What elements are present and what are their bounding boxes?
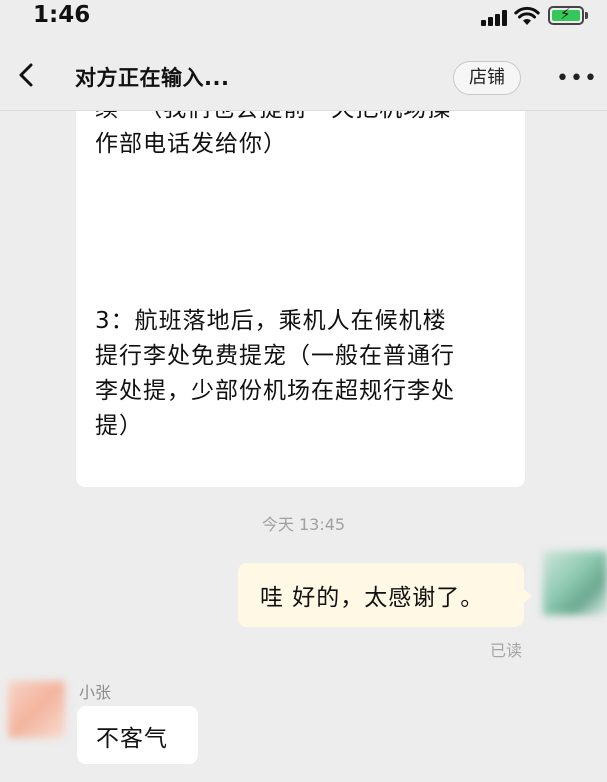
avatar-self[interactable] — [543, 551, 607, 615]
status-time: 1:46 — [33, 2, 91, 28]
sent-bubble-tail — [524, 589, 532, 603]
chat-header: 对方正在输入... 店铺 ••• — [0, 40, 607, 111]
reply-message-text: 不客气 — [96, 726, 168, 752]
received-message-bubble: 续~（我们也会提前一天把机场操 作部电话发给你） 3：航班落地后，乘机人在候机楼… — [76, 111, 525, 487]
status-bar: 1:46 ⚡ — [0, 0, 607, 40]
read-status: 已读 — [490, 641, 523, 660]
message-text-top: 续~（我们也会提前一天把机场操 作部电话发给你） — [95, 111, 450, 157]
sent-message-bubble: 哇 好的，太感谢了。 — [238, 563, 524, 627]
chat-area[interactable]: 续~（我们也会提前一天把机场操 作部电话发给你） 3：航班落地后，乘机人在候机楼… — [0, 111, 607, 782]
battery-icon: ⚡ — [548, 5, 584, 25]
wifi-icon — [514, 6, 540, 25]
reply-message-bubble: 不客气 — [77, 706, 198, 764]
shop-button[interactable]: 店铺 — [453, 61, 521, 95]
avatar-other[interactable] — [8, 681, 65, 738]
chat-title: 对方正在输入... — [75, 66, 230, 90]
back-icon[interactable] — [14, 60, 40, 90]
message-text-bottom: 3：航班落地后，乘机人在候机楼 提行李处免费提宠（一般在普通行 李处提，少部份机… — [95, 308, 455, 439]
timestamp: 今天 13:45 — [261, 515, 346, 534]
signal-icon — [481, 10, 509, 26]
more-icon[interactable]: ••• — [556, 66, 597, 91]
sender-name: 小张 — [79, 683, 112, 702]
sent-message-text: 哇 好的，太感谢了。 — [260, 585, 485, 611]
battery-cap — [585, 12, 588, 19]
